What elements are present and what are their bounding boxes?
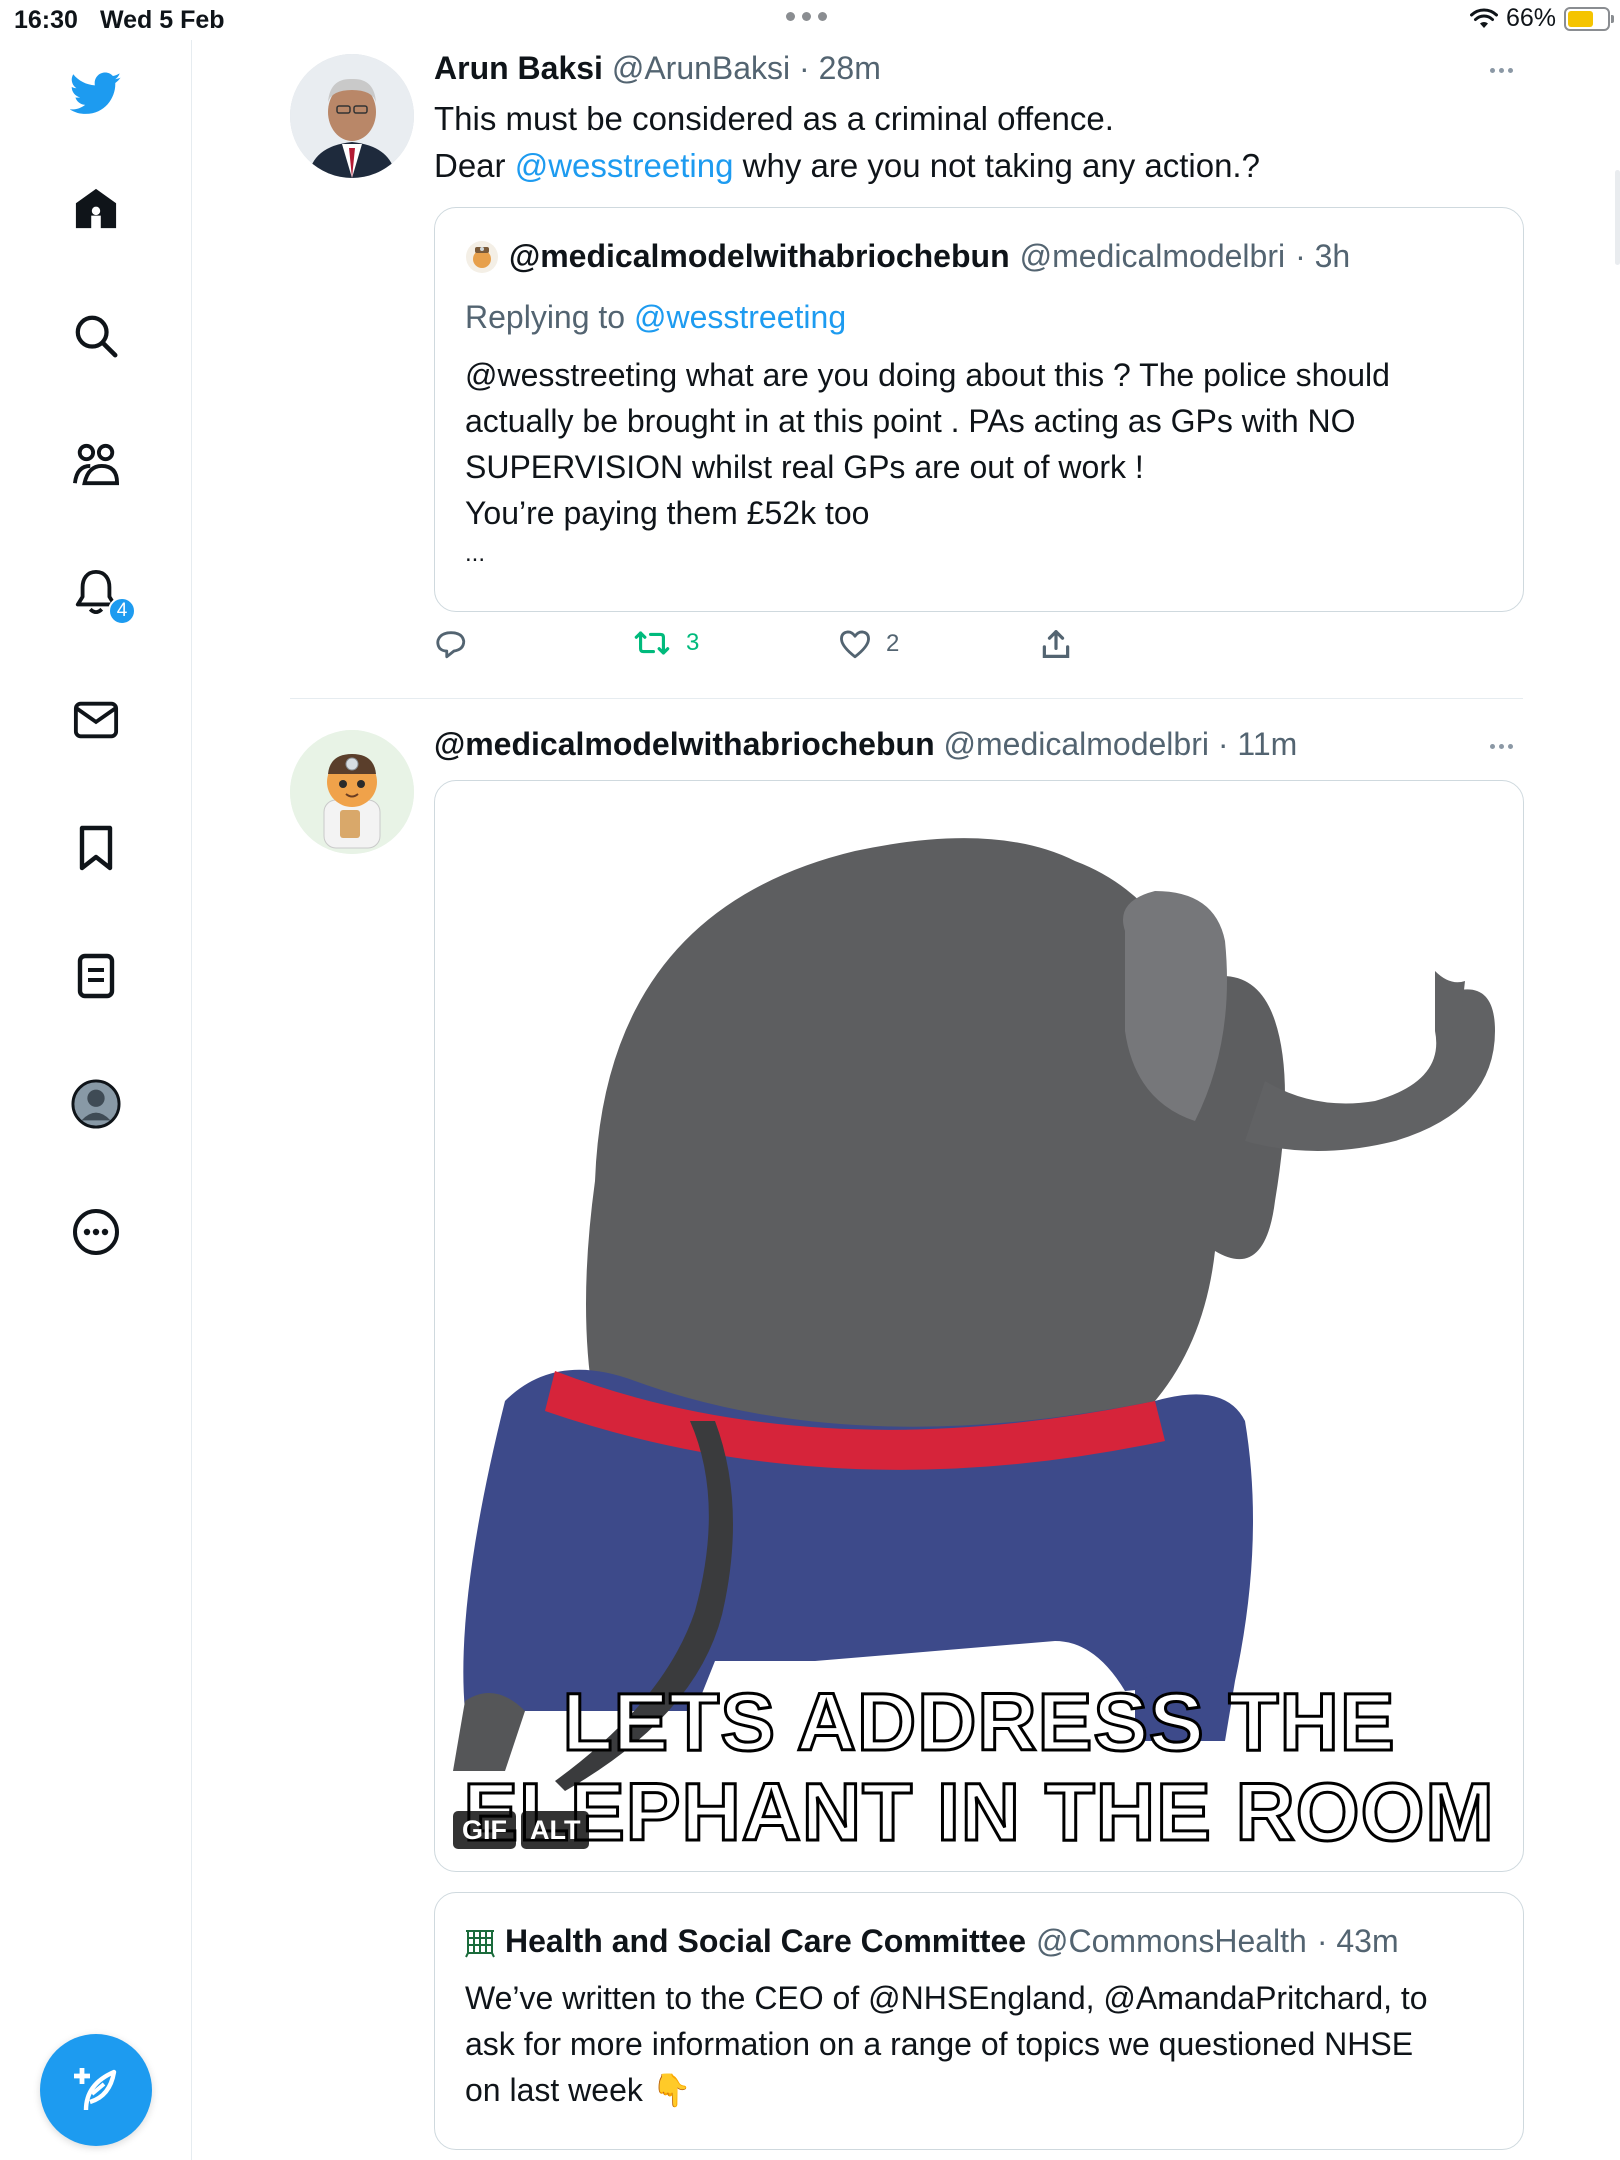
notifications-badge: 4 [108, 597, 136, 625]
retweet-icon [634, 631, 670, 655]
like-count: 2 [886, 630, 900, 657]
quoted-time: · 3h [1295, 238, 1351, 274]
quoted-text-line: We’ve written to the CEO of @NHSEngland,… [465, 1980, 1428, 2016]
text-fragment: why are you not taking any action.? [733, 147, 1260, 184]
quoted-header: Health and Social Care Committee @Common… [465, 1923, 1399, 1960]
gif-badge: GIF [453, 1811, 516, 1849]
gif-caption-line1: LETS ADDRESS THE [561, 1676, 1396, 1770]
compose-icon [74, 2068, 117, 2111]
quoted-text-line: actually be brought in at this point . P… [465, 403, 1356, 439]
quoted-text-line: ask for more information on a range of t… [465, 2026, 1414, 2062]
tweet-time[interactable]: · 11m [1218, 726, 1297, 762]
tweet-divider [290, 698, 1523, 699]
quoted-avatar-icon [466, 240, 498, 273]
multitask-dots-icon[interactable] [786, 12, 827, 21]
reply-button[interactable] [434, 628, 468, 660]
messages-icon[interactable] [70, 694, 122, 746]
scrollbar[interactable] [1615, 170, 1620, 265]
quoted-tweet[interactable]: @medicalmodelwithabriochebun @medicalmod… [434, 207, 1524, 612]
search-icon[interactable] [70, 310, 122, 362]
avatar[interactable] [290, 730, 414, 854]
tweet-text: This must be considered as a criminal of… [434, 95, 1514, 189]
status-bar: 16:30 Wed 5 Feb 66% [0, 0, 1620, 40]
battery-icon [1564, 6, 1614, 31]
quoted-text-line: You’re paying them £52k too [465, 495, 870, 531]
retweet-button[interactable]: 3 [632, 628, 699, 658]
quoted-author-handle[interactable]: @CommonsHealth [1036, 1923, 1307, 1960]
tweet-time[interactable]: · 28m [799, 50, 881, 86]
quoted-tweet[interactable]: Health and Social Care Committee @Common… [434, 1892, 1524, 2150]
quoted-author-handle[interactable]: @medicalmodelbri [1020, 238, 1285, 275]
quoted-text-line: on last week 👇 [465, 2072, 692, 2108]
lists-icon[interactable] [70, 950, 122, 1002]
quoted-text-line: @wesstreeting what are you doing about t… [465, 357, 1390, 393]
more-icon[interactable] [70, 1206, 122, 1258]
status-time: 16:30 [14, 6, 78, 34]
communities-icon[interactable] [70, 438, 122, 490]
alt-text-button[interactable]: ALT [521, 1811, 590, 1849]
quoted-text-line: SUPERVISION whilst real GPs are out of w… [465, 449, 1144, 485]
avatar[interactable] [290, 54, 414, 178]
replying-to: Replying to @wesstreeting [465, 294, 846, 340]
home-icon[interactable] [70, 182, 122, 234]
battery-percent: 66% [1505, 4, 1556, 32]
gif-caption-line2: ELEPHANT IN THE ROOM [462, 1766, 1495, 1860]
gif-media[interactable]: LETS ADDRESS THE ELEPHANT IN THE ROOM GI… [434, 780, 1524, 1872]
tweet-text-line: This must be considered as a criminal of… [434, 100, 1114, 137]
quoted-header: @medicalmodelwithabriochebun @medicalmod… [465, 238, 1350, 275]
compose-button[interactable] [40, 2034, 152, 2146]
retweet-count: 3 [686, 629, 700, 656]
like-button[interactable]: 2 [838, 628, 899, 660]
author-handle[interactable]: @medicalmodelbri [944, 726, 1209, 762]
author-handle[interactable]: @ArunBaksi [612, 50, 790, 86]
more-options-icon[interactable] [1490, 744, 1520, 754]
heart-icon [840, 630, 870, 659]
tweet-header: @medicalmodelwithabriochebun @medicalmod… [434, 726, 1297, 763]
timeline[interactable]: Arun Baksi @ArunBaksi · 28m This must be… [192, 40, 1620, 2160]
portcullis-icon [465, 1929, 495, 1957]
author-name[interactable]: @medicalmodelwithabriochebun [434, 726, 935, 762]
quoted-text-line: ... [465, 540, 486, 567]
text-fragment: Dear [434, 147, 515, 184]
reply-icon [436, 631, 466, 659]
tweet-text-line: Dear @wesstreeting why are you not takin… [434, 142, 1514, 189]
status-date: Wed 5 Feb [100, 6, 225, 34]
quoted-author-name[interactable]: Health and Social Care Committee [505, 1923, 1026, 1960]
quoted-time: · 43m [1316, 1923, 1399, 1959]
quoted-author-name[interactable]: @medicalmodelwithabriochebun [509, 238, 1010, 275]
mention-link[interactable]: @wesstreeting [515, 147, 734, 184]
replying-label: Replying to [465, 299, 634, 335]
wifi-icon [1469, 7, 1498, 28]
quoted-text: We’ve written to the CEO of @NHSEngland,… [465, 1975, 1505, 2113]
tweet-header: Arun Baksi @ArunBaksi · 28m [434, 50, 881, 87]
share-icon [1042, 630, 1070, 658]
more-options-icon[interactable] [1490, 68, 1520, 78]
mention-link[interactable]: @wesstreeting [634, 299, 846, 335]
author-name[interactable]: Arun Baksi [434, 50, 603, 86]
bookmarks-icon[interactable] [70, 822, 122, 874]
sidebar-nav: 4 [0, 40, 192, 2160]
twitter-logo-icon[interactable] [70, 68, 122, 120]
share-button[interactable] [1040, 628, 1072, 660]
profile-icon[interactable] [70, 1078, 122, 1130]
quoted-text: @wesstreeting what are you doing about t… [465, 352, 1505, 572]
